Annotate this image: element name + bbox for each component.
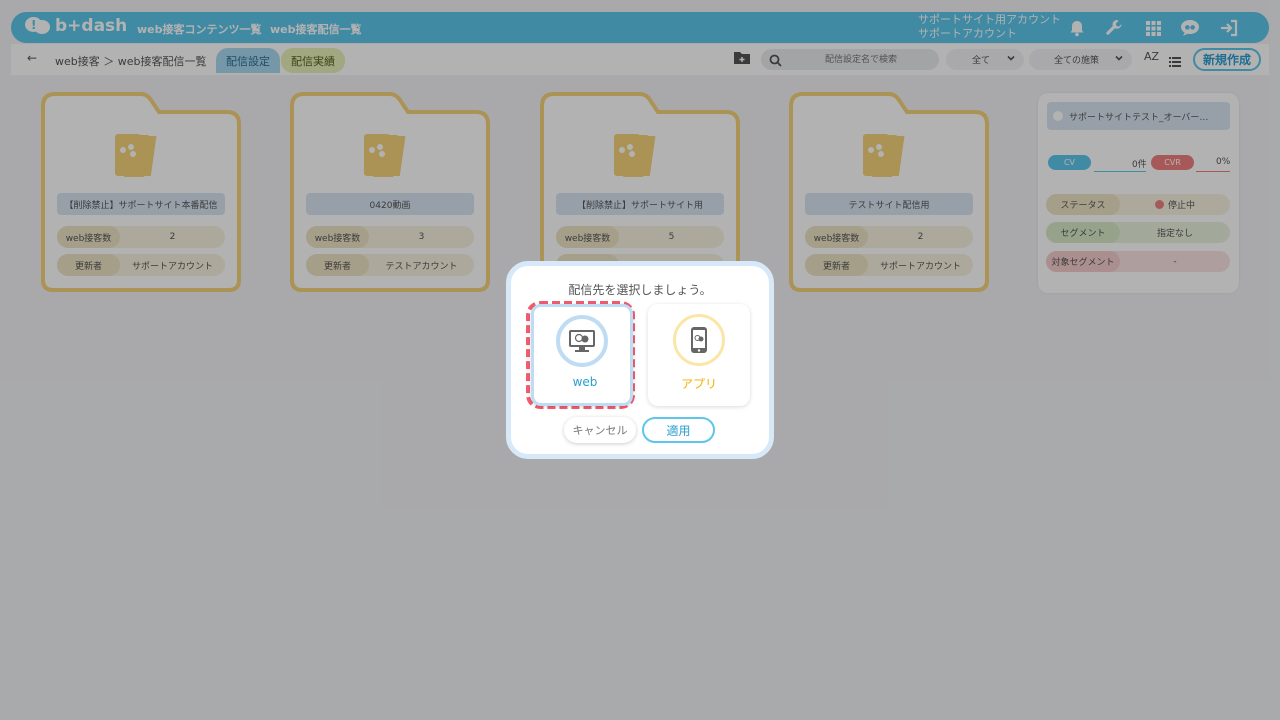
web-option-circle: [556, 315, 608, 367]
app-option-label: アプリ: [680, 377, 717, 391]
app-option-circle: [673, 314, 725, 366]
cancel-button[interactable]: キャンセル: [564, 417, 636, 443]
app-option-card[interactable]: アプリ: [648, 304, 750, 406]
web-option-card[interactable]: web: [531, 304, 633, 406]
apply-button[interactable]: 適用: [642, 417, 715, 443]
modal-title: 配信先を選択しましょう。: [568, 283, 712, 297]
delivery-target-modal: 配信先を選択しましょう。 web アプリ キャンセル 適用: [506, 261, 774, 459]
monitor-icon: [569, 330, 595, 352]
web-option-label: web: [572, 375, 598, 389]
smartphone-icon: [691, 327, 707, 353]
